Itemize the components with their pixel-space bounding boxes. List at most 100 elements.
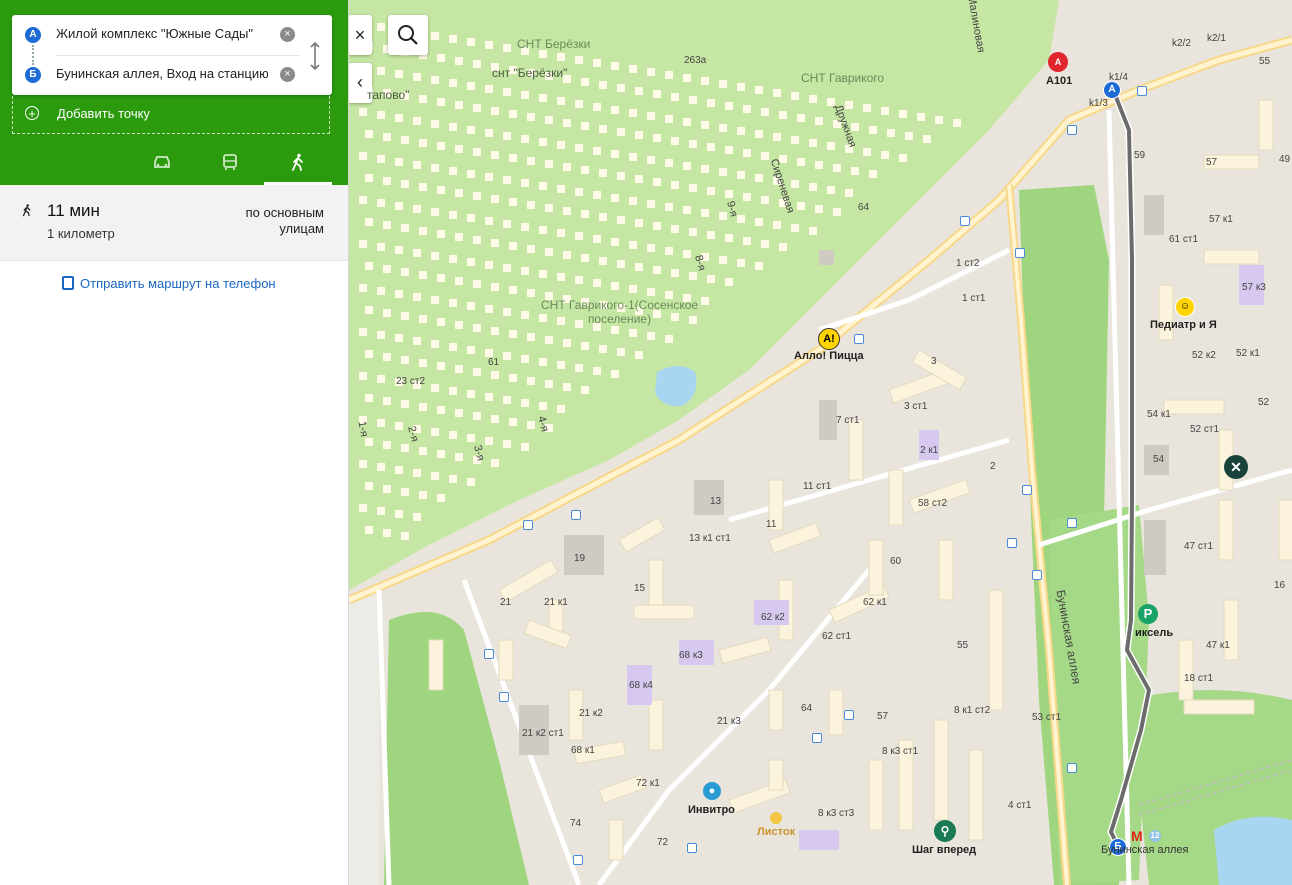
pizza-icon[interactable]: A! <box>818 328 840 350</box>
dacha-plot <box>953 119 961 127</box>
dacha-plot <box>611 326 619 334</box>
poi-label[interactable]: А101 <box>1046 75 1072 87</box>
poi-label[interactable]: Педиатр и Я <box>1150 319 1217 331</box>
house-number: 21 <box>500 597 512 608</box>
bus-stop-icon[interactable] <box>1032 570 1042 580</box>
dacha-plot <box>485 85 493 93</box>
smile-icon[interactable]: ☺ <box>1175 297 1195 317</box>
building <box>1223 599 1239 661</box>
dacha-plot <box>419 139 427 147</box>
bus-stop-icon[interactable] <box>1067 125 1077 135</box>
dacha-plot <box>539 138 547 146</box>
drop-icon[interactable]: ● <box>703 782 721 800</box>
house-number: 59 <box>1134 150 1146 161</box>
dacha-plot <box>563 207 571 215</box>
dacha-plot <box>737 259 745 267</box>
send-to-phone-link[interactable]: Отправить маршрут на телефон <box>62 276 276 291</box>
dacha-plot <box>431 384 439 392</box>
swap-icon[interactable] <box>308 41 322 71</box>
sport-icon[interactable]: ⚲ <box>934 820 956 842</box>
metro-line-badge: 12 <box>1149 830 1161 842</box>
building <box>1203 249 1260 265</box>
close-route-button[interactable]: × <box>349 15 372 55</box>
dacha-plot <box>413 293 421 301</box>
shop-icon[interactable] <box>770 812 782 824</box>
add-point-button[interactable]: + Добавить точку <box>12 96 330 134</box>
house-number: 8 к3 ст3 <box>818 808 855 819</box>
point-b-input[interactable]: Бунинская аллея, Вход на станцию <box>56 66 268 81</box>
dacha-plot <box>635 175 643 183</box>
dacha-plot <box>653 222 661 230</box>
bus-stop-icon[interactable] <box>573 855 583 865</box>
bus-stop-icon[interactable] <box>499 692 509 702</box>
bus-stop-icon[interactable] <box>812 733 822 743</box>
building <box>498 559 559 603</box>
point-a-input[interactable]: Жилой комплекс "Южные Сады" <box>56 26 268 41</box>
bus-stop-icon[interactable] <box>571 510 581 520</box>
bus-stop-icon[interactable] <box>687 843 697 853</box>
mode-transit[interactable] <box>196 145 264 185</box>
poi-label[interactable]: Листок <box>757 826 795 838</box>
search-button[interactable] <box>388 15 428 55</box>
poi-label[interactable]: иксель <box>1135 627 1173 639</box>
house-number: 64 <box>858 202 870 213</box>
bus-stop-icon[interactable] <box>1007 538 1017 548</box>
dacha-plot <box>581 342 589 350</box>
dacha-plot <box>521 355 529 363</box>
clear-b-icon[interactable]: × <box>280 67 295 82</box>
dacha-plot <box>779 111 787 119</box>
dacha-plot <box>365 218 373 226</box>
dacha-plot <box>521 135 529 143</box>
bus-stop-icon[interactable] <box>1067 518 1077 528</box>
dacha-plot <box>719 124 727 132</box>
dacha-plot <box>377 199 385 207</box>
clear-a-icon[interactable]: × <box>280 27 295 42</box>
dacha-plot <box>473 368 481 376</box>
parking-icon[interactable]: P <box>1138 604 1158 624</box>
mode-walking[interactable] <box>264 145 332 185</box>
dacha-plot <box>539 182 547 190</box>
building <box>868 759 884 831</box>
dacha-plot <box>719 168 727 176</box>
dacha-plot <box>491 239 499 247</box>
dacha-plot <box>665 203 673 211</box>
dacha-plot <box>707 231 715 239</box>
dacha-plot <box>377 375 385 383</box>
dacha-plot <box>575 188 583 196</box>
dacha-plot <box>401 136 409 144</box>
mode-car[interactable] <box>128 145 196 185</box>
dacha-plot <box>485 129 493 137</box>
dacha-plot <box>449 299 457 307</box>
bus-stop-icon[interactable] <box>1022 485 1032 495</box>
poi-label[interactable]: Шаг вперед <box>912 844 976 856</box>
route-point-b[interactable]: Б Бунинская аллея, Вход на станцию × <box>12 55 332 95</box>
dacha-plot <box>665 159 673 167</box>
bus-stop-icon[interactable] <box>523 520 533 530</box>
dacha-plot <box>635 219 643 227</box>
bus-stop-icon[interactable] <box>1137 86 1147 96</box>
dacha-plot <box>431 32 439 40</box>
dacha-plot <box>545 116 553 124</box>
car-icon <box>154 156 170 168</box>
dacha-plot <box>671 269 679 277</box>
dacha-plot <box>365 526 373 534</box>
a101-icon[interactable]: A <box>1048 52 1068 72</box>
poi-label[interactable]: Инвитро <box>688 804 735 816</box>
dacha-plot <box>647 332 655 340</box>
bus-stop-icon[interactable] <box>844 710 854 720</box>
dacha-plot <box>359 284 367 292</box>
bus-stop-icon[interactable] <box>960 216 970 226</box>
bus-stop-icon[interactable] <box>1067 763 1077 773</box>
house-number: 23 ст2 <box>396 376 426 387</box>
dacha-plot <box>365 394 373 402</box>
bus-stop-icon[interactable] <box>854 334 864 344</box>
route-summary[interactable]: 11 мин 1 километр по основным улицам <box>0 185 348 261</box>
route-marker-a[interactable]: А <box>1103 81 1121 99</box>
bus-stop-icon[interactable] <box>484 649 494 659</box>
bus-stop-icon[interactable] <box>1015 248 1025 258</box>
clinic-icon[interactable]: ✕ <box>1224 455 1248 479</box>
dacha-plot <box>647 200 655 208</box>
route-point-a[interactable]: А Жилой комплекс "Южные Сады" × <box>12 15 332 55</box>
map[interactable]: × ‹ СНТ Берёзки снт "Берёзки" СНТ Гаврик… <box>349 0 1292 885</box>
poi-label[interactable]: Алло! Пицца <box>794 350 864 362</box>
